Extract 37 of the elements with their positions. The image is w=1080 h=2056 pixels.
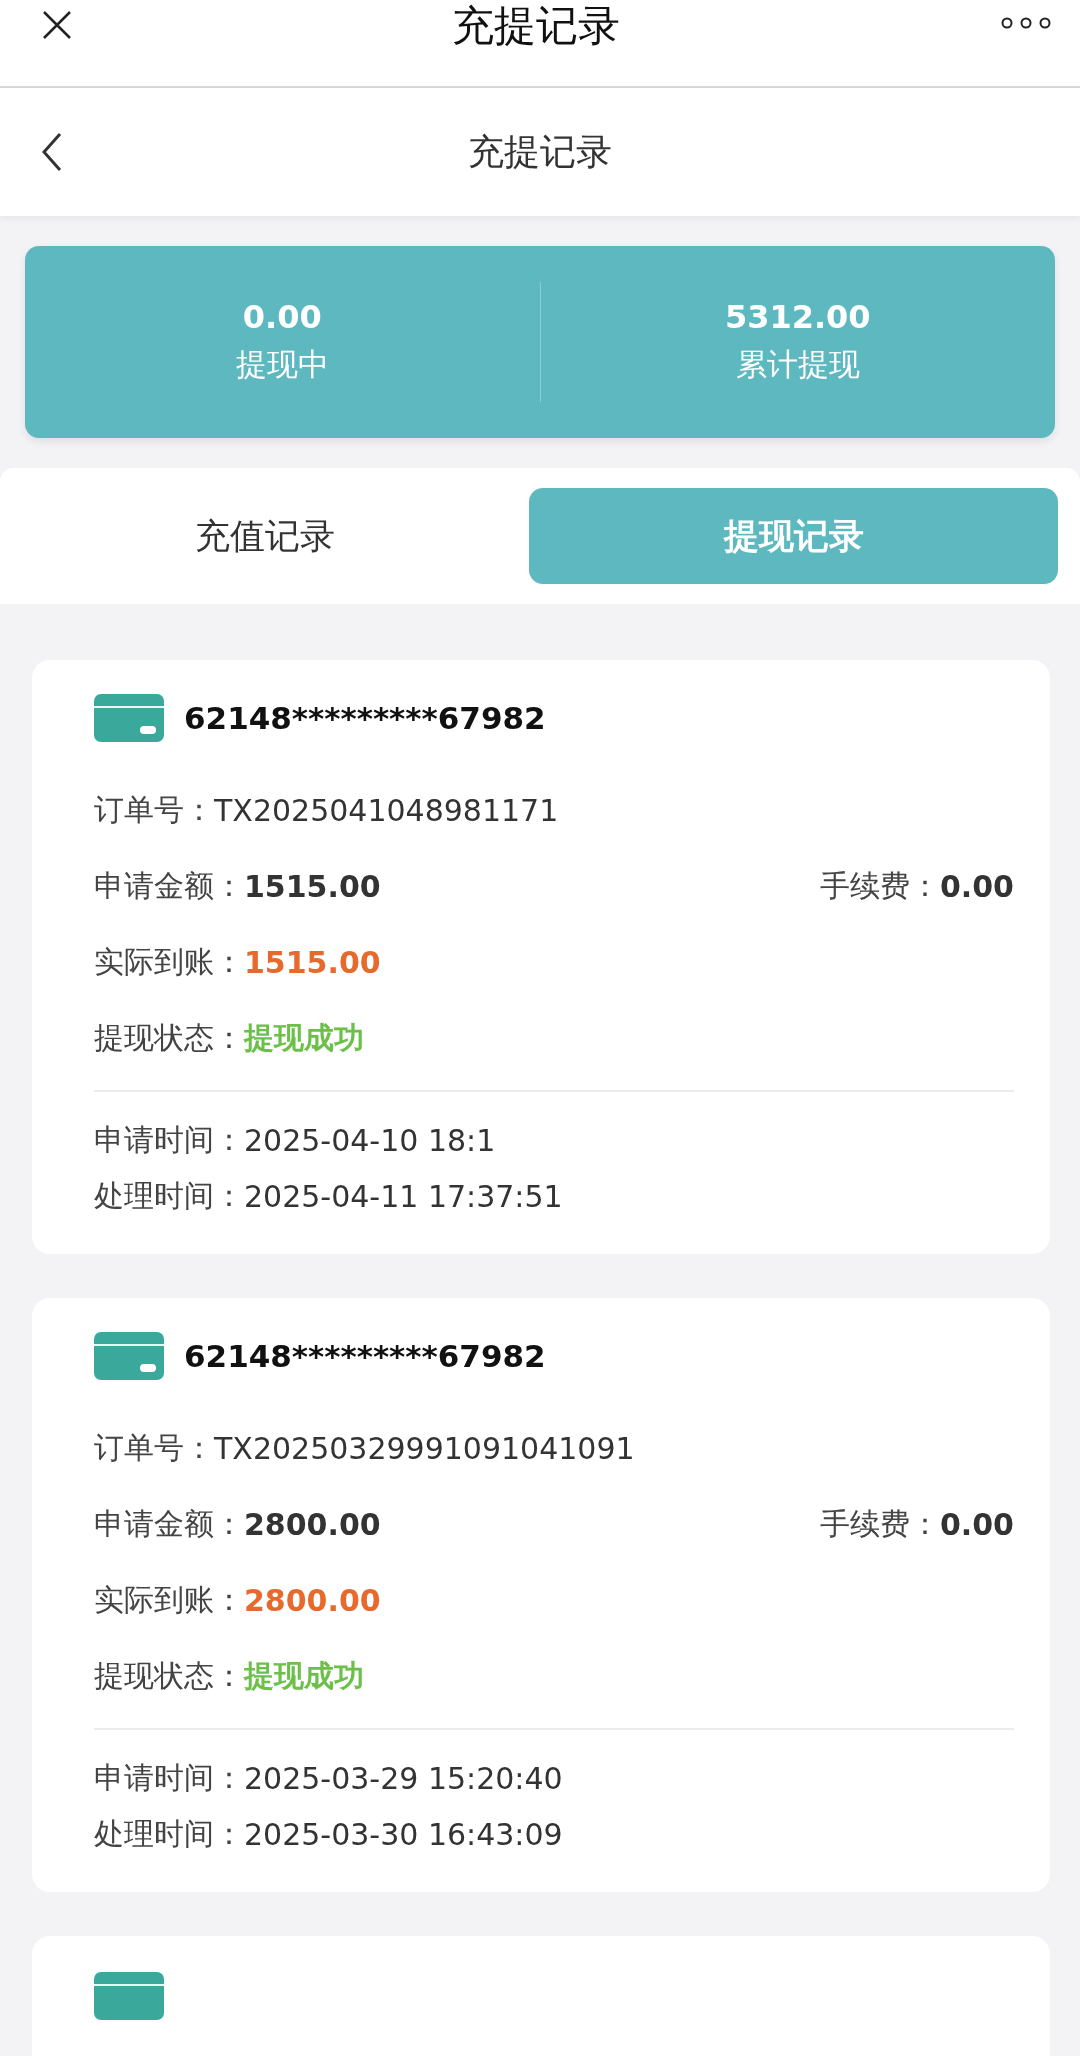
received-label: 实际到账： <box>94 1580 244 1619</box>
status-label: 提现状态： <box>94 1018 244 1057</box>
stat-value: 5312.00 <box>724 298 871 336</box>
status-value: 提现成功 <box>244 1018 364 1057</box>
process-time: 2025-04-11 17:37:51 <box>244 1178 563 1214</box>
stat-value: 0.00 <box>242 298 322 336</box>
process-time-label: 处理时间： <box>94 1814 244 1853</box>
apply-time-label: 申请时间： <box>94 1120 244 1159</box>
order-number: TX20250329991091041091 <box>214 1430 635 1466</box>
fee-value: 0.00 <box>939 868 1014 904</box>
apply-time: 2025-03-29 15:20:40 <box>244 1760 563 1796</box>
order-label: 订单号： <box>94 790 214 829</box>
received-label: 实际到账： <box>94 942 244 981</box>
page-title: 充提记录 <box>468 129 612 174</box>
fee-label: 手续费： <box>819 1504 940 1543</box>
status-label: 提现状态： <box>94 1656 244 1695</box>
stat-label: 累计提现 <box>735 345 860 384</box>
card-number: 62148*********67982 <box>184 700 546 736</box>
order-number: TX2025041048981171 <box>214 792 559 828</box>
stat-label: 提现中 <box>235 345 329 384</box>
received-value: 2800.00 <box>244 1582 381 1618</box>
tab[interactable]: 充值记录 <box>0 488 529 584</box>
amount-value: 2800.00 <box>244 1506 381 1542</box>
fee-value: 0.00 <box>939 1506 1014 1542</box>
amount-label: 申请金额： <box>94 1504 244 1543</box>
window-title: 充提记录 <box>452 0 620 52</box>
status-value: 提现成功 <box>244 1656 364 1695</box>
apply-time-label: 申请时间： <box>94 1758 244 1797</box>
fee-label: 手续费： <box>819 866 940 905</box>
amount-label: 申请金额： <box>94 866 244 905</box>
order-label: 订单号： <box>94 1428 214 1467</box>
apply-time: 2025-04-10 18:1 <box>244 1122 496 1158</box>
received-value: 1515.00 <box>244 944 381 980</box>
amount-value: 1515.00 <box>244 868 381 904</box>
process-time: 2025-03-30 16:43:09 <box>244 1816 563 1852</box>
card-number: 62148*********67982 <box>184 1338 546 1374</box>
process-time-label: 处理时间： <box>94 1176 244 1215</box>
